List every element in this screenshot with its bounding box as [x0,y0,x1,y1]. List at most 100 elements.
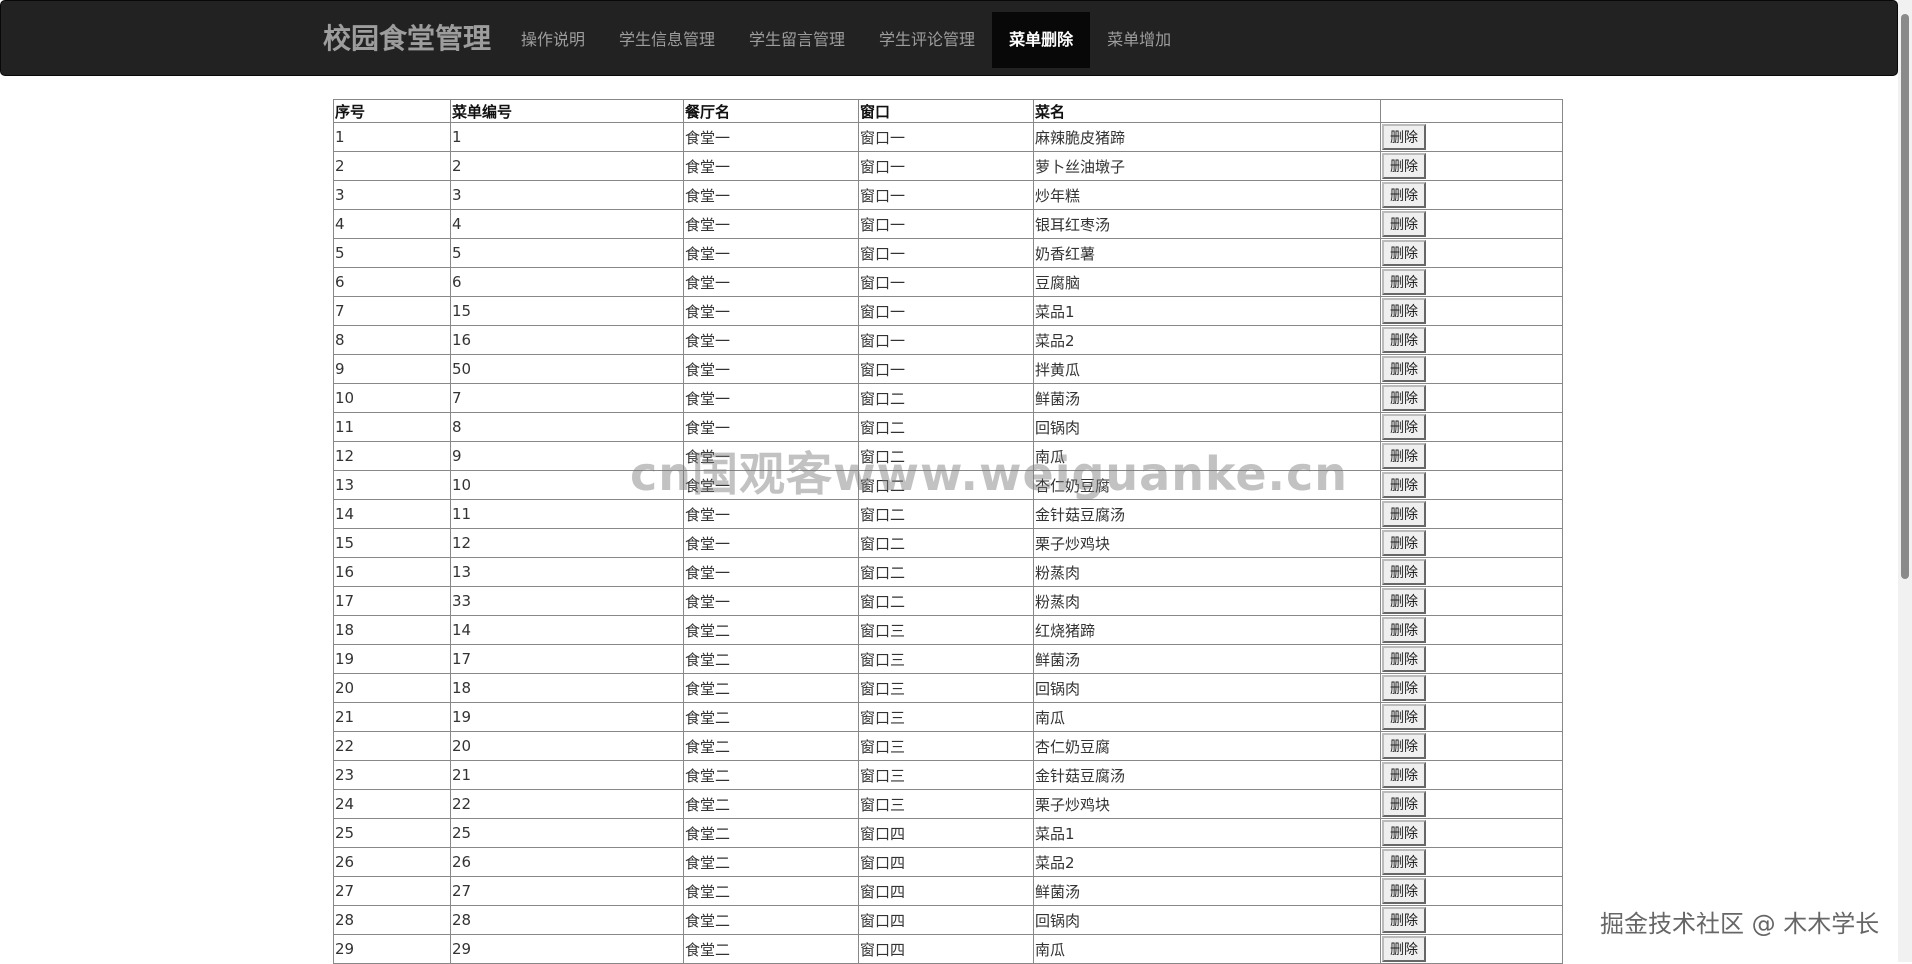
brand-title[interactable]: 校园食堂管理 [323,1,491,77]
table-cell: 拌黄瓜 [1033,354,1381,384]
table-cell: 食堂二 [683,934,859,964]
delete-button[interactable]: 删除 [1382,385,1426,411]
table-cell: 麻辣脆皮猪蹄 [1033,122,1381,152]
delete-button[interactable]: 删除 [1382,936,1426,962]
action-cell: 删除 [1380,209,1563,239]
nav-item[interactable]: 学生信息管理 [602,12,732,68]
delete-button[interactable]: 删除 [1382,646,1426,672]
delete-button[interactable]: 删除 [1382,559,1426,585]
table-cell: 食堂一 [683,383,859,413]
table-cell: 10 [333,383,451,413]
delete-button[interactable]: 删除 [1382,617,1426,643]
delete-button[interactable]: 删除 [1382,501,1426,527]
delete-button[interactable]: 删除 [1382,356,1426,382]
table-row: 9 50 食堂一 窗口一 拌黄瓜 删除 [333,354,1563,384]
table-cell: 2 [450,151,684,181]
delete-button[interactable]: 删除 [1382,269,1426,295]
nav-item[interactable]: 学生留言管理 [732,12,862,68]
table-cell: 6 [450,267,684,297]
delete-button[interactable]: 删除 [1382,849,1426,875]
table-cell: 食堂一 [683,470,859,500]
delete-button[interactable]: 删除 [1382,182,1426,208]
delete-button[interactable]: 删除 [1382,791,1426,817]
table-row: 5 5 食堂一 窗口一 奶香红薯 删除 [333,238,1563,268]
table-cell: 食堂一 [683,499,859,529]
delete-button[interactable]: 删除 [1382,211,1426,237]
table-cell: 回锅肉 [1033,412,1381,442]
table-row: 22 20 食堂二 窗口三 杏仁奶豆腐 删除 [333,731,1563,761]
table-body: 1 1 食堂一 窗口一 麻辣脆皮猪蹄 删除 2 2 食堂一 窗口一 萝卜丝油墩子 删除 3 3 食堂一 窗口一… [333,122,1563,964]
table-cell: 栗子炒鸡块 [1033,789,1381,819]
table-row: 25 25 食堂二 窗口四 菜品1 删除 [333,818,1563,848]
delete-button[interactable]: 删除 [1382,472,1426,498]
nav-item[interactable]: 学生评论管理 [862,12,992,68]
delete-button[interactable]: 删除 [1382,588,1426,614]
table-cell: 1 [450,122,684,152]
delete-button[interactable]: 删除 [1382,327,1426,353]
table-cell: 13 [333,470,451,500]
action-cell: 删除 [1380,412,1563,442]
table-cell: 窗口一 [858,267,1034,297]
scrollbar-thumb[interactable] [1901,14,1909,579]
table-cell: 7 [333,296,451,326]
table-row: 15 12 食堂一 窗口二 栗子炒鸡块 删除 [333,528,1563,558]
table-cell: 22 [333,731,451,761]
delete-button[interactable]: 删除 [1382,414,1426,440]
delete-button[interactable]: 删除 [1382,907,1426,933]
menu-table: 序号 菜单编号 餐厅名 窗口 菜名 1 1 食堂一 窗口一 麻辣脆皮猪蹄 删除 2 2 食堂一 窗口一 萝卜… [333,99,1563,964]
nav-item[interactable]: 菜单增加 [1090,12,1188,68]
delete-button[interactable]: 删除 [1382,298,1426,324]
nav-item[interactable]: 菜单删除 [992,12,1091,68]
table-cell: 19 [333,644,451,674]
table-cell: 28 [450,905,684,935]
delete-button[interactable]: 删除 [1382,878,1426,904]
delete-button[interactable]: 删除 [1382,153,1426,179]
table-row: 14 11 食堂一 窗口二 金针菇豆腐汤 删除 [333,499,1563,529]
action-cell: 删除 [1380,789,1563,819]
table-row: 8 16 食堂一 窗口一 菜品2 删除 [333,325,1563,355]
table-cell: 14 [333,499,451,529]
table-cell: 窗口四 [858,876,1034,906]
table-cell: 11 [333,412,451,442]
delete-button[interactable]: 删除 [1382,240,1426,266]
table-cell: 粉蒸肉 [1033,557,1381,587]
table-cell: 21 [450,760,684,790]
table-cell: 窗口四 [858,818,1034,848]
table-cell: 食堂一 [683,412,859,442]
table-cell: 8 [333,325,451,355]
table-cell: 菜品2 [1033,325,1381,355]
delete-button[interactable]: 删除 [1382,530,1426,556]
table-cell: 鲜菌汤 [1033,876,1381,906]
vertical-scrollbar[interactable] [1898,0,1912,962]
delete-button[interactable]: 删除 [1382,820,1426,846]
table-cell: 23 [333,760,451,790]
table-cell: 17 [333,586,451,616]
table-cell: 南瓜 [1033,934,1381,964]
table-cell: 食堂二 [683,818,859,848]
delete-button[interactable]: 删除 [1382,762,1426,788]
table-cell: 食堂二 [683,615,859,645]
table-row: 28 28 食堂二 窗口四 回锅肉 删除 [333,905,1563,935]
delete-button[interactable]: 删除 [1382,675,1426,701]
top-navbar: 校园食堂管理 操作说明 学生信息管理 学生留言管理 学生评论管理 菜单删除 菜单增加 [0,0,1898,76]
table-cell: 9 [333,354,451,384]
column-header: 菜名 [1033,99,1381,123]
table-cell: 窗口二 [858,528,1034,558]
delete-button[interactable]: 删除 [1382,124,1426,150]
table-cell: 窗口一 [858,180,1034,210]
table-cell: 16 [450,325,684,355]
nav-item[interactable]: 操作说明 [504,12,602,68]
table-cell: 10 [450,470,684,500]
table-cell: 食堂一 [683,354,859,384]
table-cell: 16 [333,557,451,587]
action-cell: 删除 [1380,296,1563,326]
action-cell: 删除 [1380,905,1563,935]
delete-button[interactable]: 删除 [1382,704,1426,730]
delete-button[interactable]: 删除 [1382,443,1426,469]
table-cell: 24 [333,789,451,819]
delete-button[interactable]: 删除 [1382,733,1426,759]
table-cell: 窗口二 [858,557,1034,587]
table-cell: 食堂一 [683,296,859,326]
table-cell: 21 [333,702,451,732]
table-cell: 菜品2 [1033,847,1381,877]
